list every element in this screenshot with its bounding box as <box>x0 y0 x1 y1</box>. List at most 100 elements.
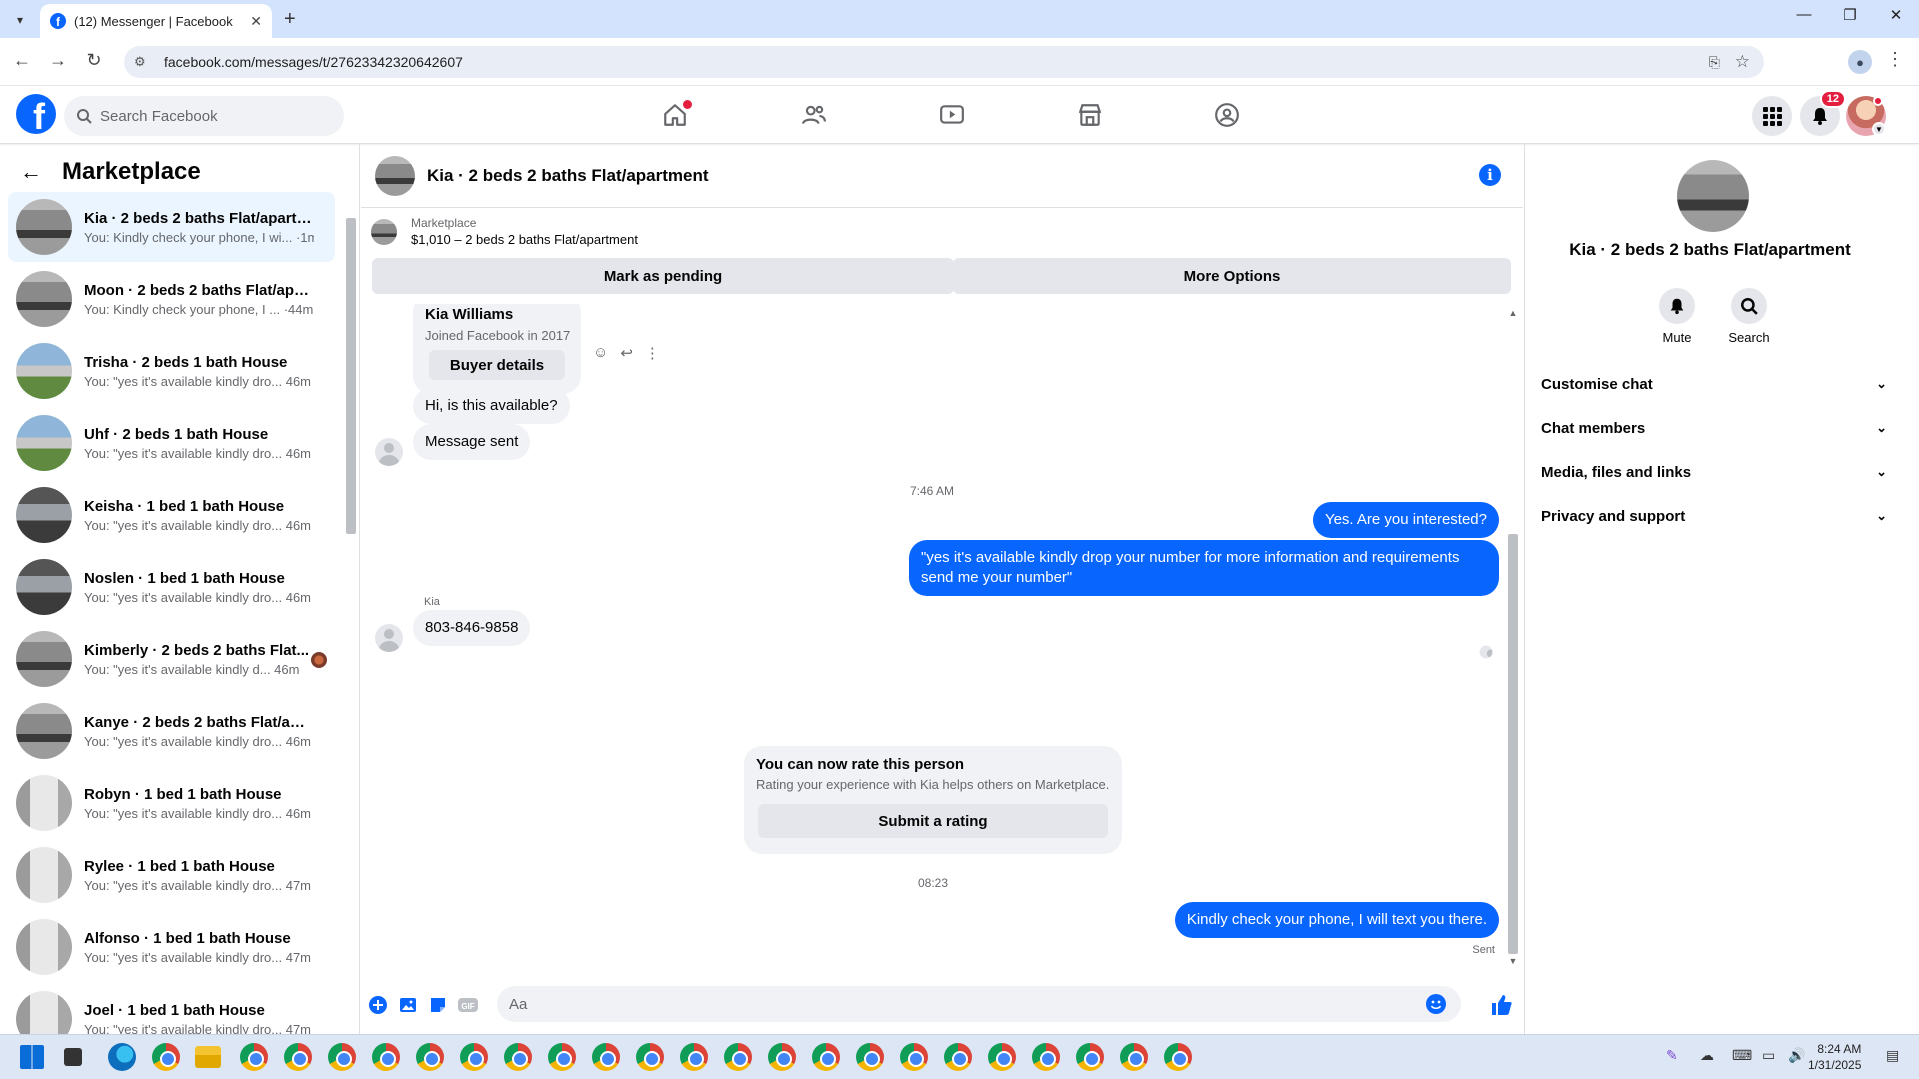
friends-icon[interactable] <box>797 98 831 132</box>
browser-tab-active[interactable]: f (12) Messenger | Facebook ✕ <box>40 4 272 38</box>
conversation-item[interactable]: Kanye · 2 beds 2 baths Flat/apar... You: … <box>8 696 335 766</box>
network-icon[interactable]: ▭ <box>1762 1047 1775 1064</box>
chrome-icon[interactable] <box>856 1043 884 1071</box>
keyboard-icon[interactable]: ⌨ <box>1732 1047 1752 1064</box>
chrome-icon[interactable] <box>812 1043 840 1071</box>
tab-close-icon[interactable]: ✕ <box>250 13 262 30</box>
file-explorer-icon[interactable] <box>195 1046 221 1068</box>
conversation-item[interactable]: Trisha · 2 beds 1 bath House You: "yes it… <box>8 336 335 406</box>
mark-as-pending-button[interactable]: Mark as pending <box>372 258 954 294</box>
install-app-icon[interactable]: ⎘ <box>1709 54 1720 71</box>
chrome-icon[interactable] <box>1032 1043 1060 1071</box>
chrome-icon[interactable] <box>328 1043 356 1071</box>
forward-arrow-icon[interactable]: → <box>46 50 70 71</box>
conversation-item[interactable]: Robyn · 1 bed 1 bath House You: "yes it's… <box>8 768 335 838</box>
pen-icon[interactable]: ✎ <box>1666 1047 1678 1064</box>
sender-avatar[interactable] <box>375 438 403 466</box>
back-arrow-icon[interactable]: ← <box>20 159 42 185</box>
scroll-down-icon[interactable]: ▼ <box>1507 956 1519 966</box>
chrome-icon[interactable] <box>152 1043 180 1071</box>
marketplace-icon[interactable] <box>1073 98 1107 132</box>
sender-avatar[interactable] <box>375 624 403 652</box>
browser-profile-icon[interactable]: ● <box>1848 50 1872 74</box>
conversation-item[interactable]: Kimberly · 2 beds 2 baths Flat... You: "y… <box>8 624 335 694</box>
chrome-icon[interactable] <box>460 1043 488 1071</box>
clock[interactable]: 8:24 AM 1/31/2025 <box>1808 1041 1861 1073</box>
minimize-icon[interactable]: — <box>1784 6 1824 23</box>
onedrive-icon[interactable]: ☁ <box>1700 1047 1714 1064</box>
windows-start-icon[interactable] <box>20 1045 44 1069</box>
chat-info-avatar[interactable] <box>1677 160 1749 232</box>
info-icon[interactable]: i <box>1479 164 1501 186</box>
photo-icon[interactable] <box>397 994 419 1016</box>
plus-circle-icon[interactable] <box>367 994 389 1016</box>
react-icon[interactable]: ☺ <box>593 344 608 362</box>
back-arrow-icon[interactable]: ← <box>10 50 34 71</box>
conversation-item[interactable]: Moon · 2 beds 2 baths Flat/apar... You: K… <box>8 264 335 334</box>
more-options-button[interactable]: More Options <box>953 258 1511 294</box>
notification-center-icon[interactable]: ▤ <box>1886 1047 1899 1064</box>
chat-scrollbar[interactable]: ▲ ▼ <box>1507 308 1519 968</box>
account-chevron-icon[interactable]: ▼ <box>1872 122 1886 136</box>
tab-search-dropdown[interactable]: ▾ <box>8 8 32 32</box>
message-bubble-outgoing[interactable]: Kindly check your phone, I will text you… <box>1174 902 1499 938</box>
restore-icon[interactable]: ❐ <box>1830 6 1870 24</box>
chat-scrollbar-thumb[interactable] <box>1508 534 1518 954</box>
more-icon[interactable]: ⋮ <box>645 344 660 362</box>
sidebar-scrollbar-thumb[interactable] <box>346 218 356 534</box>
chrome-icon[interactable] <box>1120 1043 1148 1071</box>
browser-menu-icon[interactable]: ⋮ <box>1886 49 1904 70</box>
buyer-details-button[interactable]: Buyer details <box>429 350 565 380</box>
mute-button[interactable]: Mute <box>1647 288 1707 345</box>
reload-icon[interactable]: ↻ <box>82 50 106 71</box>
chrome-icon[interactable] <box>504 1043 532 1071</box>
conversation-item[interactable]: Keisha · 1 bed 1 bath House You: "yes it'… <box>8 480 335 550</box>
search-chat-button[interactable]: Search <box>1719 288 1779 345</box>
video-icon[interactable] <box>935 98 969 132</box>
chat-members-section[interactable]: Chat members ⌄ <box>1541 406 1891 450</box>
emoji-icon[interactable] <box>1425 993 1447 1015</box>
message-sent-notice[interactable]: Message sent <box>413 424 531 460</box>
listing-summary[interactable]: Marketplace $1,010 – 2 beds 2 baths Flat… <box>371 216 638 247</box>
new-tab-icon[interactable]: + <box>284 8 296 30</box>
message-bubble-outgoing[interactable]: "yes it's available kindly drop your num… <box>909 540 1499 596</box>
message-input[interactable]: Aa <box>497 986 1461 1022</box>
task-view-icon[interactable] <box>64 1048 82 1066</box>
chrome-icon[interactable] <box>372 1043 400 1071</box>
conversation-item[interactable]: Uhf · 2 beds 1 bath House You: "yes it's … <box>8 408 335 478</box>
chrome-icon[interactable] <box>988 1043 1016 1071</box>
volume-icon[interactable]: 🔊 <box>1788 1047 1805 1064</box>
message-bubble-incoming[interactable]: Hi, is this available? <box>413 388 570 424</box>
menu-grid-icon[interactable] <box>1752 96 1792 136</box>
gif-icon[interactable]: GIF <box>457 994 479 1016</box>
chrome-icon[interactable] <box>1076 1043 1104 1071</box>
chrome-icon[interactable] <box>636 1043 664 1071</box>
facebook-search[interactable]: Search Facebook <box>64 96 344 136</box>
chrome-icon[interactable] <box>680 1043 708 1071</box>
chrome-icon[interactable] <box>724 1043 752 1071</box>
chat-avatar[interactable] <box>375 155 415 196</box>
chrome-icon[interactable] <box>768 1043 796 1071</box>
conversation-item[interactable]: Rylee · 1 bed 1 bath House You: "yes it's… <box>8 840 335 910</box>
edge-icon[interactable] <box>108 1043 136 1071</box>
address-bar[interactable]: ⚙ facebook.com/messages/t/27623342320642… <box>124 46 1764 78</box>
privacy-support-section[interactable]: Privacy and support ⌄ <box>1541 494 1891 538</box>
gaming-icon[interactable] <box>1210 98 1244 132</box>
chrome-icon[interactable] <box>416 1043 444 1071</box>
chat-title[interactable]: Kia · 2 beds 2 baths Flat/apartment <box>427 166 709 186</box>
sticker-icon[interactable] <box>427 994 449 1016</box>
message-bubble-outgoing[interactable]: Yes. Are you interested? <box>1312 502 1499 538</box>
media-files-links-section[interactable]: Media, files and links ⌄ <box>1541 450 1891 494</box>
window-close-icon[interactable]: ✕ <box>1876 6 1916 24</box>
conversation-item[interactable]: Noslen · 1 bed 1 bath House You: "yes it'… <box>8 552 335 622</box>
message-bubble-incoming[interactable]: 803-846-9858 <box>413 610 531 646</box>
chrome-icon[interactable] <box>944 1043 972 1071</box>
conversation-item[interactable]: Alfonso · 1 bed 1 bath House You: "yes it… <box>8 912 335 982</box>
site-info-icon[interactable]: ⚙ <box>134 54 152 70</box>
bookmark-star-icon[interactable]: ☆ <box>1735 52 1750 72</box>
chrome-icon[interactable] <box>284 1043 312 1071</box>
home-icon[interactable] <box>658 98 692 132</box>
conversation-item[interactable]: Joel · 1 bed 1 bath House You: "yes it's … <box>8 984 335 1034</box>
chrome-icon[interactable] <box>1164 1043 1192 1071</box>
facebook-logo[interactable]: f <box>16 94 56 134</box>
